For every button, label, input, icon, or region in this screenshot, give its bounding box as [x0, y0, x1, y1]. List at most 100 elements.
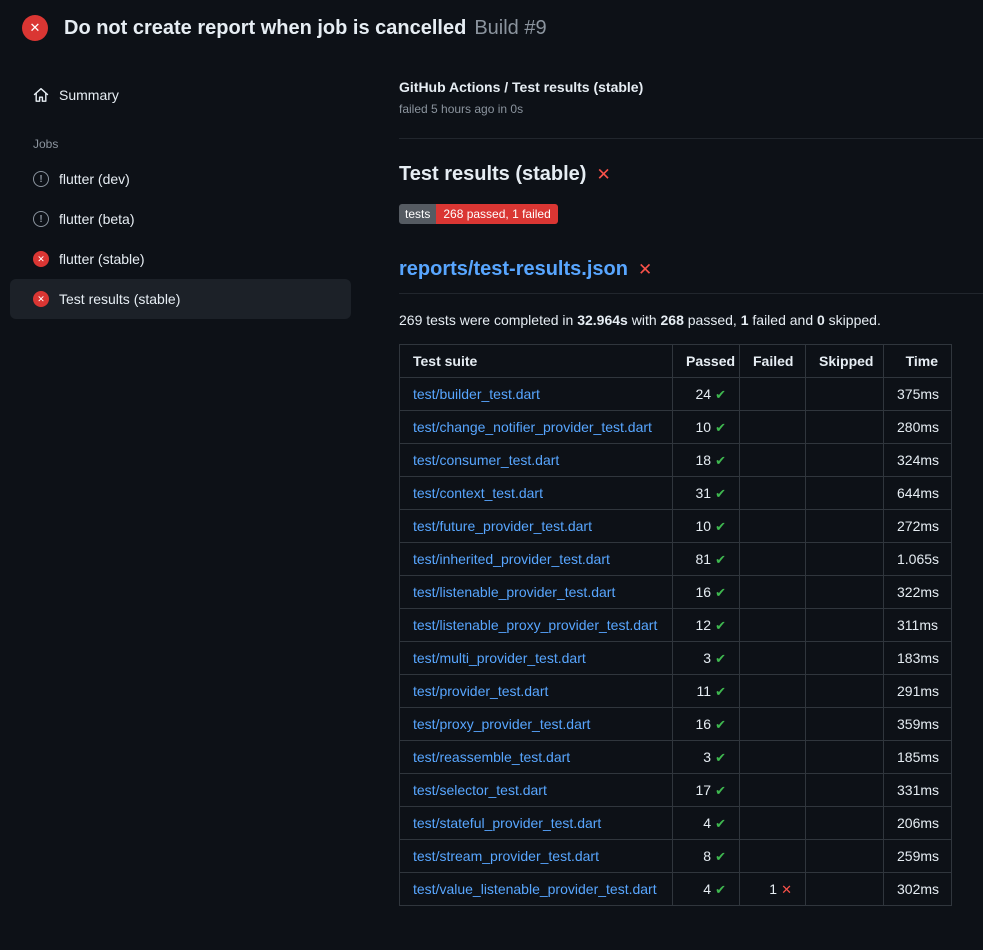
summary-text: failed and [749, 312, 818, 328]
home-icon [33, 87, 49, 103]
tests-badge: tests 268 passed, 1 failed [399, 204, 558, 224]
time-cell: 644ms [884, 477, 952, 510]
check-icon: ✔ [715, 552, 726, 567]
test-suite-link[interactable]: test/reassemble_test.dart [413, 749, 570, 765]
table-row: test/provider_test.dart11✔291ms [400, 675, 952, 708]
time-cell: 331ms [884, 774, 952, 807]
passed-cell: 8✔ [673, 840, 740, 873]
build-failed-status-icon: ✕ [22, 15, 48, 41]
sidebar-item-flutter-stable[interactable]: ✕ flutter (stable) [10, 239, 351, 279]
check-icon: ✔ [715, 618, 726, 633]
sidebar-item-flutter-beta[interactable]: ! flutter (beta) [10, 199, 351, 239]
summary-text: skipped. [825, 312, 881, 328]
test-suite-link[interactable]: test/listenable_provider_test.dart [413, 584, 615, 600]
table-row: test/selector_test.dart 17✔ 331ms [400, 774, 952, 807]
table-row: test/consumer_test.dart18✔324ms [400, 444, 952, 477]
sidebar: Summary Jobs ! flutter (dev) ! flutter (… [0, 55, 375, 319]
sidebar-item-test-results-stable[interactable]: ✕ Test results (stable) [10, 279, 351, 319]
test-suite-link[interactable]: test/consumer_test.dart [413, 452, 559, 468]
time-cell: 259ms [884, 840, 952, 873]
report-link[interactable]: reports/test-results.json [399, 258, 628, 281]
x-glyph: ✕ [30, 20, 41, 36]
suite-cell: test/change_notifier_provider_test.dart [400, 411, 673, 444]
check-icon: ✔ [715, 585, 726, 600]
skipped-cell [806, 708, 884, 741]
time-cell: 302ms [884, 873, 952, 906]
failed-cell [740, 543, 806, 576]
summary-failed-count: 1 [741, 312, 749, 328]
check-icon: ✔ [715, 750, 726, 765]
test-results-tbody: test/builder_test.dart24✔375mstest/chang… [400, 378, 952, 906]
test-suite-link[interactable]: test/proxy_provider_test.dart [413, 716, 590, 732]
test-suite-link[interactable]: test/future_provider_test.dart [413, 518, 592, 534]
divider [399, 138, 983, 139]
test-suite-link[interactable]: test/context_test.dart [413, 485, 543, 501]
passed-cell: 17✔ [673, 774, 740, 807]
build-number: Build #9 [474, 17, 546, 40]
count: 17 [696, 782, 712, 798]
check-icon: ✔ [715, 816, 726, 831]
test-suite-link[interactable]: test/provider_test.dart [413, 683, 548, 699]
failed-cell [740, 576, 806, 609]
column-header-time: Time [884, 345, 952, 378]
check-icon: ✔ [715, 453, 726, 468]
table-row: test/listenable_provider_test.dart16✔322… [400, 576, 952, 609]
skipped-cell [806, 444, 884, 477]
report-title: reports/test-results.json ✕ [399, 258, 983, 294]
skipped-cell [806, 741, 884, 774]
skipped-cell [806, 543, 884, 576]
passed-cell: 31✔ [673, 477, 740, 510]
passed-cell: 3✔ [673, 642, 740, 675]
check-icon: ✔ [715, 717, 726, 732]
build-title: Do not create report when job is cancell… [64, 17, 466, 40]
sidebar-item-summary[interactable]: Summary [10, 75, 351, 115]
skipped-cell [806, 609, 884, 642]
column-header-test-suite: Test suite [400, 345, 673, 378]
summary-duration: 32.964s [577, 312, 628, 328]
badge-value: 268 passed, 1 failed [436, 204, 557, 224]
test-suite-link[interactable]: test/stateful_provider_test.dart [413, 815, 601, 831]
failed-cell [740, 477, 806, 510]
passed-cell: 24✔ [673, 378, 740, 411]
test-suite-link[interactable]: test/selector_test.dart [413, 782, 547, 798]
check-icon: ✔ [715, 684, 726, 699]
test-suite-link[interactable]: test/change_notifier_provider_test.dart [413, 419, 652, 435]
passed-cell: 18✔ [673, 444, 740, 477]
page-layout: Summary Jobs ! flutter (dev) ! flutter (… [0, 55, 983, 906]
count: 3 [703, 749, 711, 765]
table-row: test/listenable_proxy_provider_test.dart… [400, 609, 952, 642]
suite-cell: test/listenable_provider_test.dart [400, 576, 673, 609]
test-suite-link[interactable]: test/multi_provider_test.dart [413, 650, 586, 666]
test-suite-link[interactable]: test/listenable_proxy_provider_test.dart [413, 617, 657, 633]
sidebar-item-flutter-dev[interactable]: ! flutter (dev) [10, 159, 351, 199]
suite-cell: test/listenable_proxy_provider_test.dart [400, 609, 673, 642]
suite-cell: test/builder_test.dart [400, 378, 673, 411]
page-title: Do not create report when job is cancell… [64, 17, 547, 40]
test-suite-link[interactable]: test/builder_test.dart [413, 386, 540, 402]
time-cell: 280ms [884, 411, 952, 444]
passed-cell: 81✔ [673, 543, 740, 576]
table-row: test/proxy_provider_test.dart16✔359ms [400, 708, 952, 741]
test-suite-link[interactable]: test/stream_provider_test.dart [413, 848, 599, 864]
failed-x-icon: ✕ [596, 166, 610, 183]
summary-skipped-count: 0 [817, 312, 825, 328]
cross-icon: ✕ [781, 882, 792, 897]
run-meta: failed 5 hours ago in 0s [399, 102, 983, 116]
skipped-cell [806, 477, 884, 510]
badge-label: tests [399, 204, 436, 224]
summary-passed-count: 268 [661, 312, 684, 328]
test-suite-link[interactable]: test/value_listenable_provider_test.dart [413, 881, 657, 897]
table-row: test/stateful_provider_test.dart4✔206ms [400, 807, 952, 840]
count: 4 [703, 881, 711, 897]
time-cell: 1.065s [884, 543, 952, 576]
failed-cell [740, 675, 806, 708]
failed-cell [740, 741, 806, 774]
time-cell: 322ms [884, 576, 952, 609]
count: 1 [769, 881, 777, 897]
sidebar-item-label: Summary [59, 87, 119, 103]
table-row: test/future_provider_test.dart10✔272ms [400, 510, 952, 543]
suite-cell: test/reassemble_test.dart [400, 741, 673, 774]
passed-cell: 10✔ [673, 411, 740, 444]
failed-cell [740, 807, 806, 840]
test-suite-link[interactable]: test/inherited_provider_test.dart [413, 551, 610, 567]
